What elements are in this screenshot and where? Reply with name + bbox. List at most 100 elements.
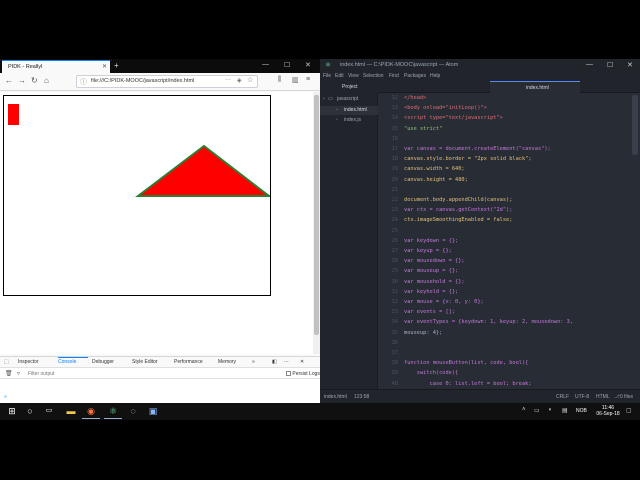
- search-button[interactable]: ○: [21, 404, 39, 419]
- back-icon[interactable]: ←: [5, 76, 13, 85]
- devtools-menu-icon[interactable]: ⋯: [284, 359, 289, 365]
- code-line[interactable]: canvas.height = 480;: [404, 177, 468, 183]
- library-icon[interactable]: ⫼: [278, 76, 281, 84]
- code-line[interactable]: var mousehold = {};: [404, 279, 465, 285]
- persist-logs-checkbox[interactable]: Persist Logs: [286, 371, 320, 377]
- code-line[interactable]: function mouseButton(list, code, bool){: [404, 360, 528, 366]
- task-view-button[interactable]: ▭: [40, 404, 58, 419]
- menu-selection[interactable]: Selection: [363, 73, 384, 79]
- code-line[interactable]: mouseup: 4};: [404, 330, 442, 336]
- code-line[interactable]: var keyup = {};: [404, 248, 452, 254]
- tab-performance[interactable]: Performance: [174, 359, 203, 365]
- clock[interactable]: 11:46 06-Sep-18: [596, 405, 620, 417]
- close-window-icon[interactable]: ✕: [627, 61, 633, 69]
- status-file[interactable]: index.html: [324, 394, 347, 400]
- more-tabs-icon[interactable]: »: [252, 359, 255, 365]
- status-encoding[interactable]: UTF-8: [575, 394, 589, 400]
- status-cursor-position[interactable]: 123:58: [354, 394, 369, 400]
- minimize-icon[interactable]: —: [262, 61, 269, 68]
- tree-folder-javascript[interactable]: javascript: [337, 96, 358, 102]
- taskbar-file-explorer[interactable]: ▬: [62, 404, 80, 419]
- tree-file-index-html[interactable]: index.html: [344, 107, 367, 113]
- taskbar-atom[interactable]: ⚛: [104, 404, 122, 419]
- menu-file[interactable]: File: [323, 73, 331, 79]
- tab-console[interactable]: Console: [58, 359, 76, 365]
- menu-icon[interactable]: ≡: [306, 76, 310, 83]
- code-line[interactable]: document.body.appendChild(canvas);: [404, 197, 512, 203]
- sidebar-icon[interactable]: ▥: [292, 76, 299, 84]
- filter-icon[interactable]: ▿: [17, 370, 20, 377]
- code-line[interactable]: var keydown = {};: [404, 238, 458, 244]
- menu-view[interactable]: View: [348, 73, 359, 79]
- bookmark-star-icon[interactable]: ☆: [247, 76, 253, 84]
- menu-packages[interactable]: Packages: [404, 73, 426, 79]
- forward-icon[interactable]: →: [18, 76, 26, 85]
- tray-expand-icon[interactable]: ˄: [522, 407, 526, 413]
- console-prompt[interactable]: »: [4, 394, 7, 400]
- close-window-icon[interactable]: ✕: [305, 61, 311, 69]
- code-line[interactable]: var canvas = document.createElement("can…: [404, 146, 551, 152]
- tab-style-editor[interactable]: Style Editor: [132, 359, 158, 365]
- folder-chevron-icon[interactable]: ›: [323, 96, 325, 102]
- code-line[interactable]: var events = [];: [404, 309, 455, 315]
- battery-icon[interactable]: ▤: [562, 407, 568, 414]
- close-tab-icon[interactable]: ✕: [102, 63, 107, 70]
- network-icon[interactable]: ▭: [534, 407, 540, 414]
- code-editor[interactable]: </head> <body onload="initLoop()"> <script…: [404, 93, 634, 389]
- maximize-icon[interactable]: ☐: [607, 61, 613, 69]
- tab-editor-file[interactable]: index.html: [490, 81, 580, 93]
- code-line[interactable]: canvas.style.border = "2px solid black";: [404, 156, 532, 162]
- maximize-icon[interactable]: ☐: [284, 61, 290, 69]
- code-line[interactable]: <script type="text/javascript">: [404, 115, 503, 121]
- home-icon[interactable]: ⌂: [44, 76, 49, 85]
- tree-file-index-js[interactable]: index.js: [344, 117, 361, 123]
- status-files[interactable]: 0 files: [620, 394, 633, 400]
- url-text[interactable]: file:///C:/PIDK-MOOC/javascript/index.ht…: [91, 78, 194, 84]
- checkbox-box[interactable]: [286, 371, 291, 377]
- code-line[interactable]: var ctx = canvas.getContext("2d");: [404, 207, 512, 213]
- tab-memory[interactable]: Memory: [218, 359, 236, 365]
- shield-icon[interactable]: ◈: [237, 77, 242, 84]
- code-line[interactable]: switch(code){: [404, 370, 458, 376]
- url-bar[interactable]: ⓘ file:///C:/PIDK-MOOC/javascript/index.…: [76, 75, 258, 88]
- taskbar-app[interactable]: ◌: [124, 404, 142, 419]
- new-tab-icon[interactable]: +: [114, 61, 119, 70]
- language-indicator[interactable]: NOB: [576, 408, 587, 414]
- code-line[interactable]: "use strict": [404, 126, 442, 132]
- code-line[interactable]: canvas.width = 640;: [404, 166, 465, 172]
- reload-icon[interactable]: ↻: [31, 76, 38, 85]
- devtools-close-icon[interactable]: ✕: [300, 359, 304, 365]
- volume-icon[interactable]: ◖: [548, 407, 552, 413]
- page-info-icon[interactable]: ⓘ: [80, 77, 87, 87]
- browser-tab[interactable]: PIDK - ReallyI ✕: [2, 60, 110, 73]
- editor-scrollbar-thumb[interactable]: [632, 95, 638, 155]
- menu-help[interactable]: Help: [430, 73, 440, 79]
- code-line[interactable]: </head>: [404, 95, 426, 101]
- notification-icon[interactable]: ▢: [626, 407, 632, 414]
- filter-output-input[interactable]: Filter output: [28, 371, 54, 377]
- trash-icon[interactable]: 🗑: [5, 370, 13, 377]
- dock-icon[interactable]: ◧: [272, 359, 277, 365]
- code-line[interactable]: var mouseup = {};: [404, 268, 458, 274]
- menu-find[interactable]: Find: [389, 73, 399, 79]
- code-line[interactable]: var eventTypes = {keydown: 1, keyup: 2, …: [404, 319, 573, 325]
- menu-edit[interactable]: Edit: [335, 73, 344, 79]
- taskbar-firefox[interactable]: ◉: [82, 404, 100, 419]
- code-line[interactable]: var mouse = {x: 0, y: 0};: [404, 299, 484, 305]
- code-line[interactable]: var mousedown = {};: [404, 258, 465, 264]
- start-button[interactable]: ⊞: [3, 404, 21, 419]
- status-grammar[interactable]: HTML: [596, 394, 610, 400]
- taskbar-app-2[interactable]: ▣: [144, 404, 162, 419]
- code-line[interactable]: <body onload="initLoop()">: [404, 105, 487, 111]
- code-line[interactable]: case 0: list.left = bool; break;: [404, 381, 532, 387]
- game-canvas[interactable]: [3, 95, 272, 296]
- page-scrollbar-thumb[interactable]: [314, 95, 319, 335]
- page-actions-icon[interactable]: ···: [225, 77, 231, 83]
- minimize-icon[interactable]: —: [586, 61, 593, 68]
- status-line-ending[interactable]: CRLF: [556, 394, 569, 400]
- tab-project[interactable]: Project: [320, 81, 378, 93]
- tab-debugger[interactable]: Debugger: [92, 359, 114, 365]
- element-picker-icon[interactable]: ⬚: [4, 359, 9, 365]
- code-line[interactable]: var keyhold = {};: [404, 289, 458, 295]
- tab-inspector[interactable]: Inspector: [18, 359, 39, 365]
